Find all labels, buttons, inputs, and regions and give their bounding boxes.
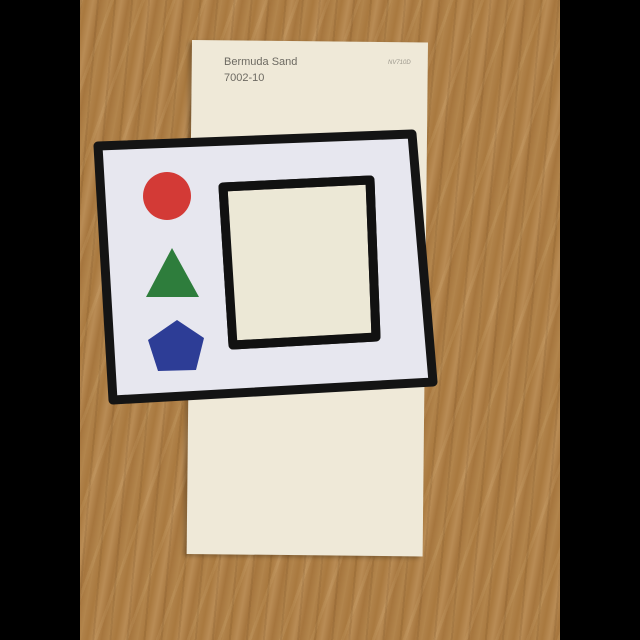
cutout-card [93,129,438,405]
window-cutout [228,186,371,340]
red-circle-shape [143,172,191,220]
